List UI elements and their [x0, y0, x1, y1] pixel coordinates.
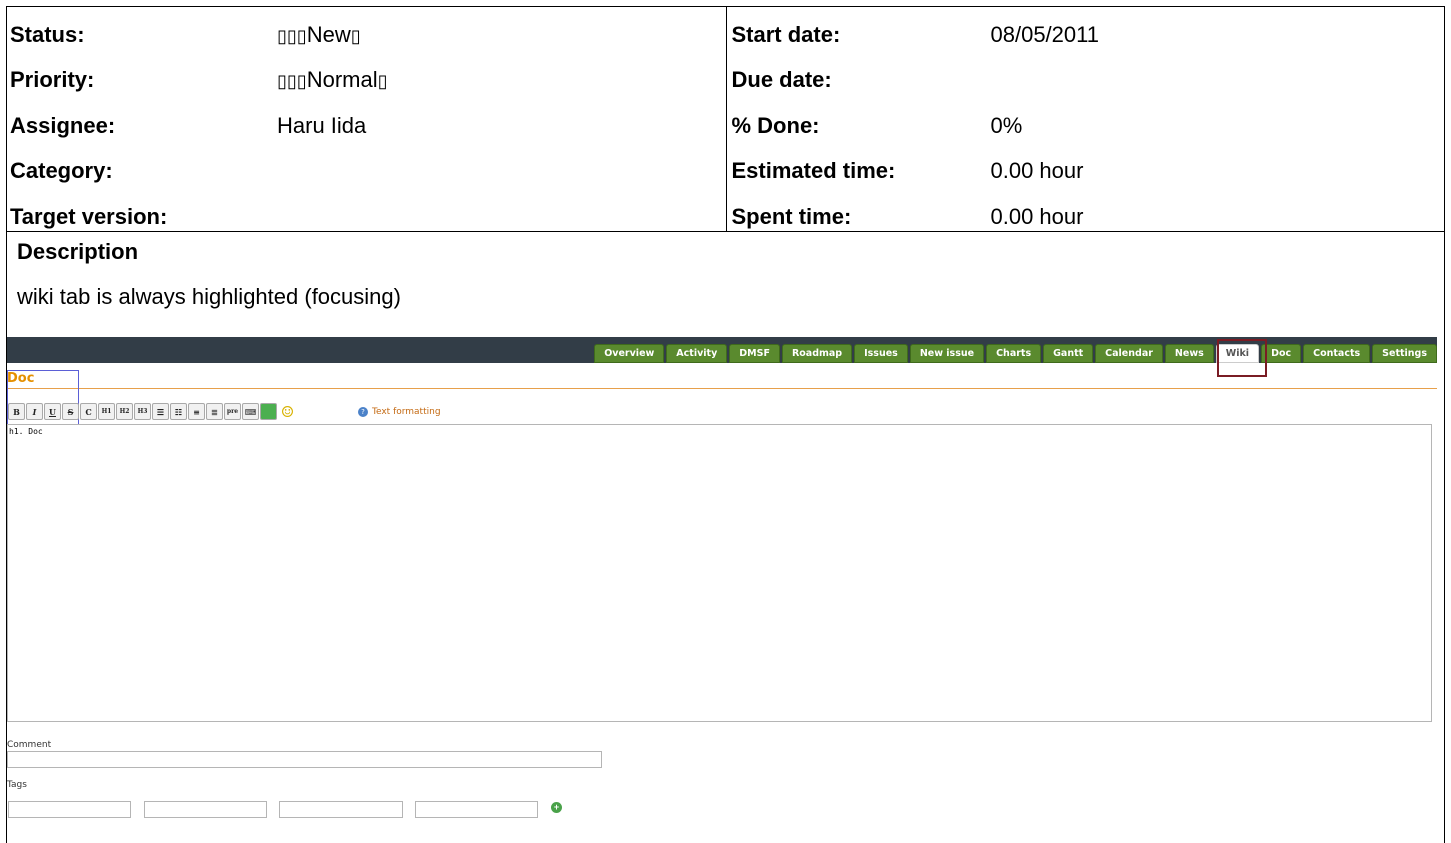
target-version-label: Target version: — [10, 203, 168, 229]
heading3-button[interactable]: H3 — [134, 403, 151, 420]
image-button[interactable] — [260, 403, 277, 420]
pre-button[interactable]: pre — [224, 403, 241, 420]
attribute-row-due-date: Due date: — [727, 58, 1445, 104]
estimated-time-label: Estimated time: — [731, 158, 896, 184]
page-heading: Doc — [7, 371, 1437, 389]
wiki-content-textarea[interactable]: h1. Doc — [7, 424, 1432, 722]
attribute-row-category: Category: — [7, 149, 726, 195]
wiki-toolbar: B I U S C H1 H2 H3 ☰ ☷ ≡ ≣ pre ⌨ ☺ — [8, 403, 297, 421]
tab-issues[interactable]: Issues — [854, 344, 908, 363]
tab-contacts[interactable]: Contacts — [1303, 344, 1371, 363]
tab-gantt[interactable]: Gantt — [1043, 344, 1094, 363]
tab-calendar[interactable]: Calendar — [1095, 344, 1163, 363]
text-formatting-link[interactable]: ? Text formatting — [358, 407, 441, 417]
embedded-screenshot: Overview Activity DMSF Roadmap Issues Ne… — [7, 337, 1437, 843]
start-date-value: 08/05/2011 — [990, 21, 1099, 47]
done-ratio-value: 0% — [990, 112, 1023, 138]
link-button[interactable]: ⌨ — [242, 403, 259, 420]
text-formatting-label: Text formatting — [372, 407, 441, 417]
tab-news[interactable]: News — [1164, 344, 1214, 363]
heading2-button[interactable]: H2 — [116, 403, 133, 420]
strike-button[interactable]: S — [62, 403, 79, 420]
status-value: ▯▯▯New▯ — [277, 21, 361, 47]
italic-button[interactable]: I — [26, 403, 43, 420]
attribute-row-status: Status: ▯▯▯New▯ — [7, 12, 726, 58]
issue-attributes-table: Status: ▯▯▯New▯ Priority: ▯▯▯Normal▯ Ass… — [6, 6, 1445, 232]
ordered-list-button[interactable]: ☷ — [170, 403, 187, 420]
smiley-icon[interactable]: ☺ — [278, 403, 297, 421]
attribute-row-priority: Priority: ▯▯▯Normal▯ — [7, 58, 726, 104]
tab-dmsf[interactable]: DMSF — [729, 344, 780, 363]
unquote-button[interactable]: ≣ — [206, 403, 223, 420]
quote-button[interactable]: ≡ — [188, 403, 205, 420]
comment-label: Comment — [7, 740, 52, 750]
estimated-time-value: 0.00 hour — [990, 158, 1084, 184]
done-ratio-label: % Done: — [731, 112, 820, 138]
tab-settings[interactable]: Settings — [1372, 344, 1437, 363]
help-icon: ? — [358, 407, 368, 417]
start-date-label: Start date: — [731, 21, 841, 47]
tab-roadmap[interactable]: Roadmap — [781, 344, 853, 363]
underline-button[interactable]: U — [44, 403, 61, 420]
description-text: wiki tab is always highlighted (focusing… — [17, 284, 401, 309]
due-date-label: Due date: — [731, 67, 832, 93]
heading1-button[interactable]: H1 — [98, 403, 115, 420]
attributes-left-column: Status: ▯▯▯New▯ Priority: ▯▯▯Normal▯ Ass… — [7, 7, 726, 231]
spent-time-value[interactable]: 0.00 hour — [991, 204, 1084, 230]
tag-input-3[interactable] — [279, 801, 403, 818]
spent-time-label: Spent time: — [731, 203, 852, 229]
priority-label: Priority: — [10, 67, 95, 93]
tab-activity[interactable]: Activity — [666, 344, 728, 363]
tag-input-2[interactable] — [144, 801, 267, 818]
attributes-right-column: Start date: 08/05/2011 Due date: % Done:… — [725, 7, 1445, 231]
tab-new-issue[interactable]: New issue — [909, 344, 985, 363]
assignee-label: Assignee: — [10, 112, 116, 138]
description-title: Description — [17, 239, 139, 264]
project-tabs: Overview Activity DMSF Roadmap Issues Ne… — [592, 344, 1437, 363]
tab-charts[interactable]: Charts — [986, 344, 1042, 363]
assignee-value[interactable]: Haru Iida — [277, 113, 366, 139]
bold-button[interactable]: B — [8, 403, 25, 420]
status-label: Status: — [10, 21, 85, 47]
code-button[interactable]: C — [80, 403, 97, 420]
tag-input-4[interactable] — [415, 801, 538, 818]
attribute-row-assignee: Assignee: Haru Iida — [7, 103, 726, 149]
tab-overview[interactable]: Overview — [594, 344, 665, 363]
priority-value: ▯▯▯Normal▯ — [277, 67, 388, 93]
tags-label: Tags — [7, 780, 27, 790]
attribute-row-start-date: Start date: 08/05/2011 — [727, 12, 1445, 58]
unordered-list-button[interactable]: ☰ — [152, 403, 169, 420]
tag-input-1[interactable] — [8, 801, 131, 818]
category-label: Category: — [10, 158, 113, 184]
attribute-row-done: % Done: 0% — [727, 103, 1445, 149]
attribute-row-estimated-time: Estimated time: 0.00 hour — [727, 149, 1445, 195]
tab-doc[interactable]: Doc — [1261, 344, 1302, 363]
comment-field[interactable] — [7, 751, 602, 768]
add-tag-icon[interactable]: + — [551, 802, 562, 813]
